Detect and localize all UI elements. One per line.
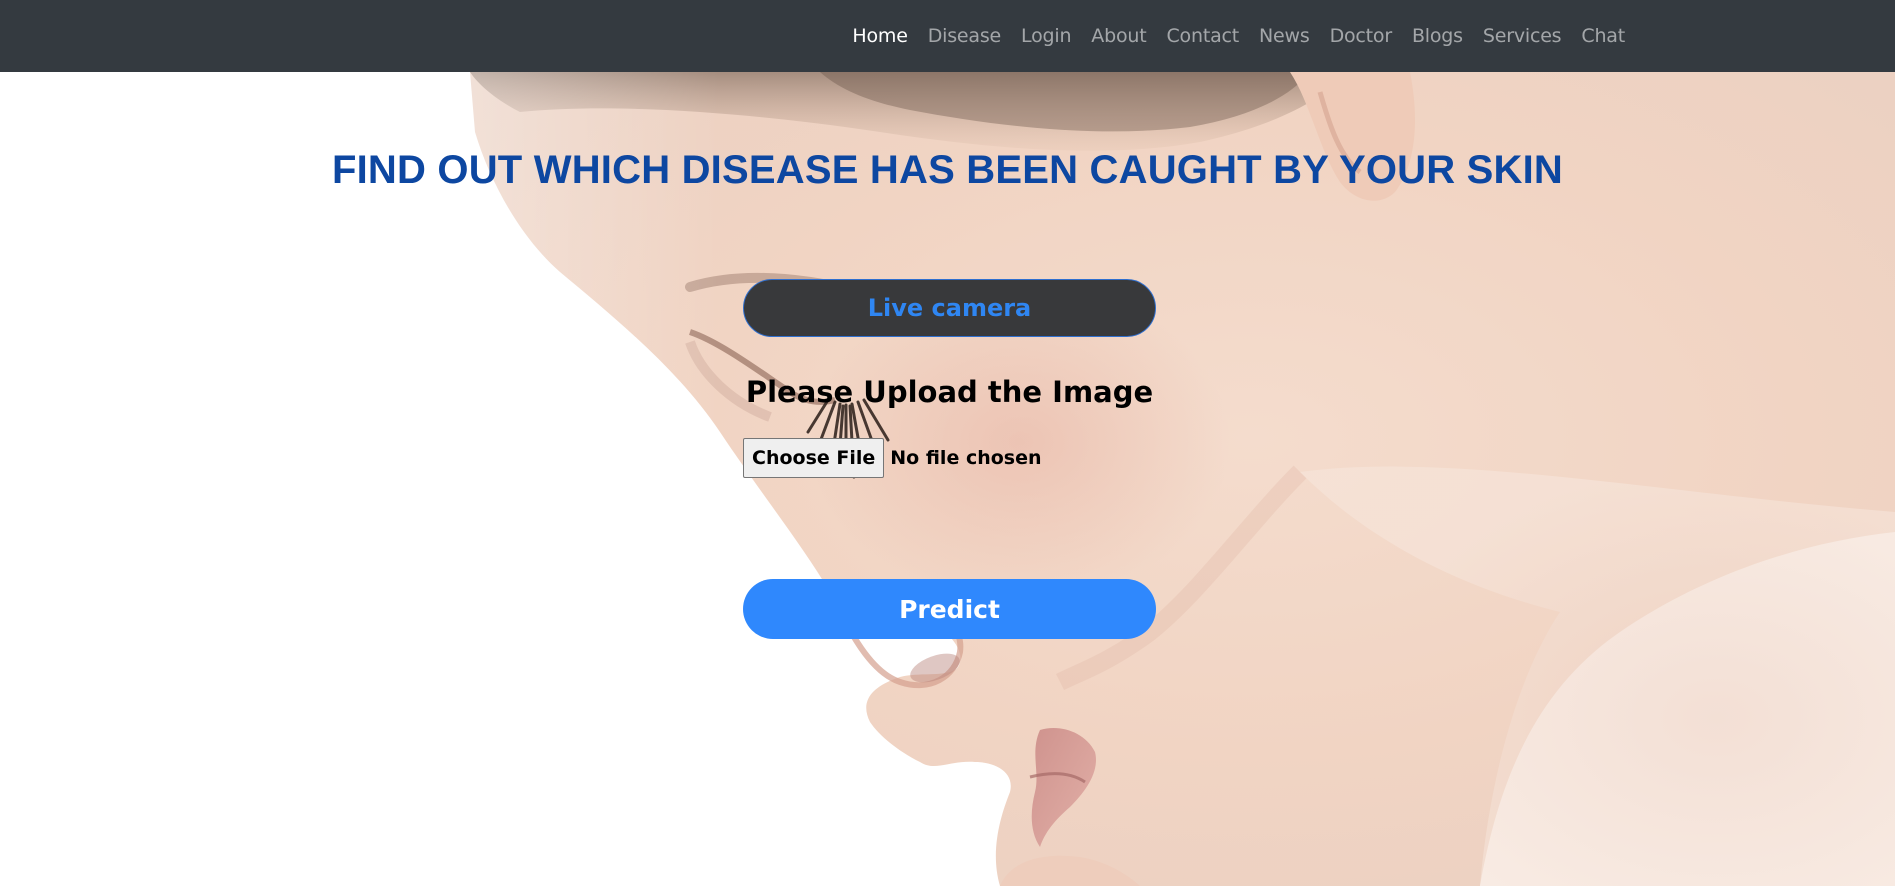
file-status-text: No file chosen [890, 447, 1042, 469]
nav-item-login[interactable]: Login [1011, 25, 1081, 47]
nav-item-news[interactable]: News [1249, 25, 1320, 47]
nav-item-contact[interactable]: Contact [1156, 25, 1249, 47]
nav-item-disease[interactable]: Disease [918, 25, 1011, 47]
file-input[interactable]: Choose File No file chosen [743, 438, 1042, 478]
nav-item-about[interactable]: About [1081, 25, 1156, 47]
page-headline: FIND OUT WHICH DISEASE HAS BEEN CAUGHT B… [331, 148, 1564, 192]
upload-heading: Please Upload the Image [745, 375, 1154, 409]
nav-item-doctor[interactable]: Doctor [1320, 25, 1402, 47]
live-camera-button[interactable]: Live camera [743, 279, 1156, 337]
face-profile-background-image [0, 72, 1895, 886]
nav-item-blogs[interactable]: Blogs [1402, 25, 1473, 47]
nav-list: Home Disease Login About Contact News Do… [842, 25, 1635, 47]
nav-item-home[interactable]: Home [842, 25, 917, 47]
hero-section: FIND OUT WHICH DISEASE HAS BEEN CAUGHT B… [0, 72, 1895, 886]
top-navbar: Home Disease Login About Contact News Do… [0, 0, 1895, 72]
choose-file-button[interactable]: Choose File [743, 438, 885, 478]
predict-button[interactable]: Predict [743, 579, 1156, 639]
nav-item-chat[interactable]: Chat [1571, 25, 1635, 47]
nav-item-services[interactable]: Services [1473, 25, 1572, 47]
